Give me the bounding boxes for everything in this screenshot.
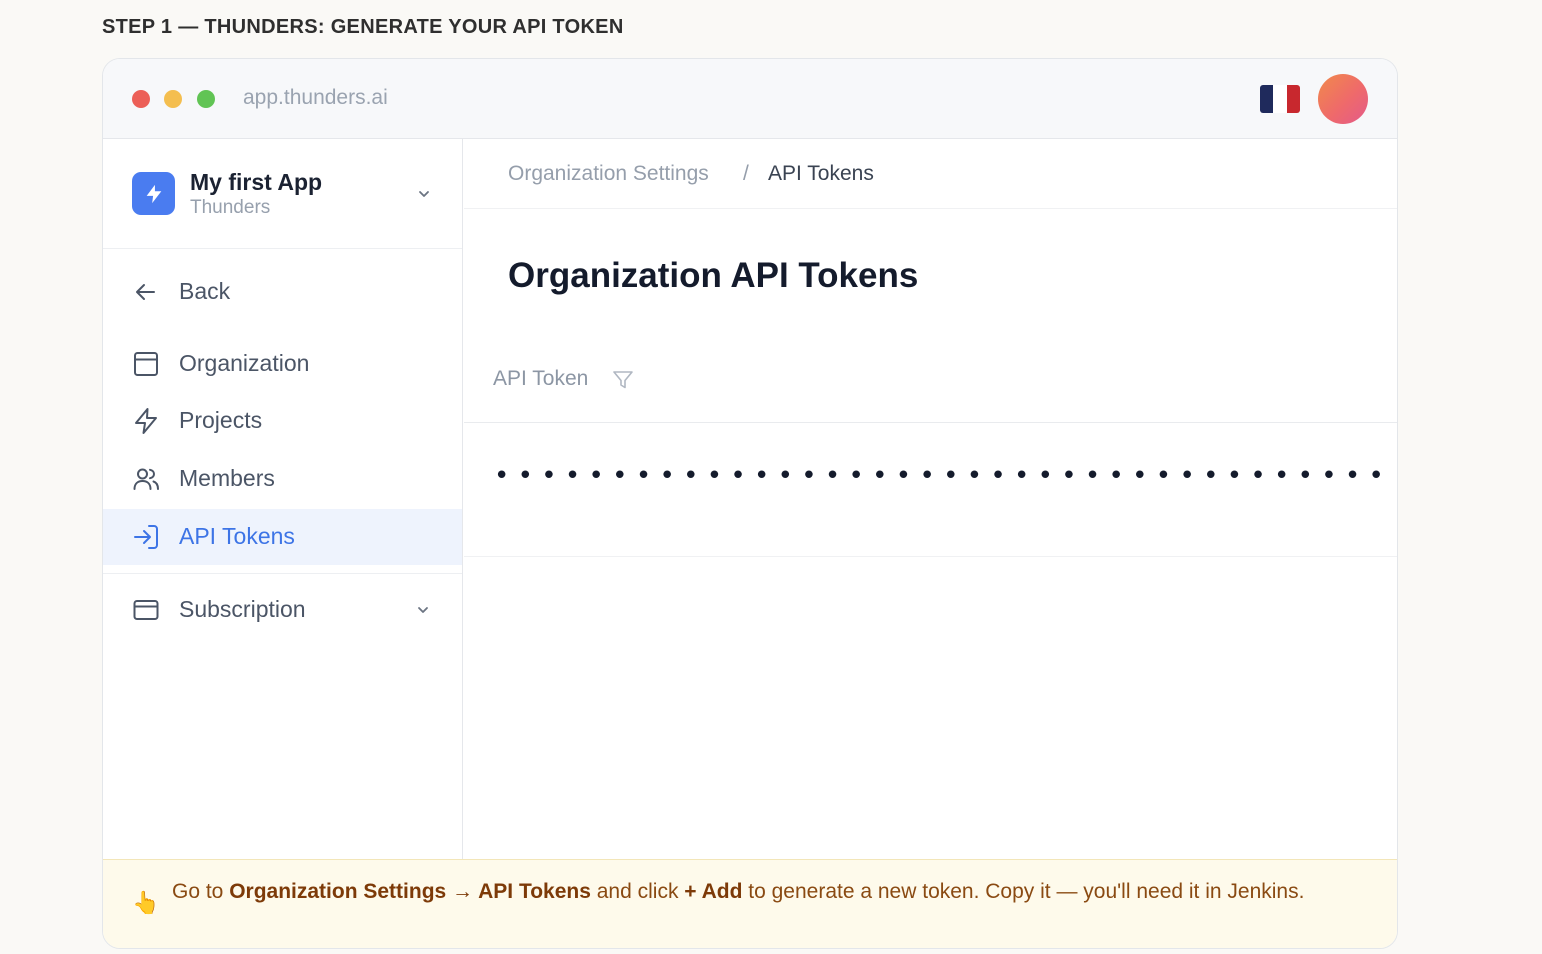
breadcrumb-organization-settings[interactable]: Organization Settings — [508, 162, 709, 186]
france-flag-icon[interactable] — [1260, 85, 1300, 113]
column-header-api-token[interactable]: API Token — [493, 367, 588, 391]
tip-action: + Add — [684, 880, 743, 903]
user-avatar[interactable] — [1318, 74, 1368, 124]
lightning-outline-icon — [135, 408, 157, 434]
masked-api-token[interactable]: ••••••••••••••••••••••••••••••••••••••••… — [494, 461, 1394, 491]
sidebar-item-label: API Tokens — [179, 523, 295, 549]
url-bar[interactable]: app.thunders.ai — [243, 86, 388, 110]
sidebar-item-organization[interactable]: Organization — [103, 336, 462, 392]
arrow-left-icon — [136, 284, 155, 300]
main-content: Organization Settings / API Tokens Organ… — [464, 139, 1397, 859]
chevron-down-icon[interactable] — [416, 603, 430, 617]
app-org-name: Thunders — [190, 197, 271, 218]
sidebar: My first App Thunders Back Organization … — [103, 139, 463, 859]
breadcrumb-current: API Tokens — [768, 162, 874, 185]
breadcrumb: Organization Settings / API Tokens — [464, 139, 1397, 209]
pointing-hand-icon: 👆 — [132, 890, 160, 915]
tip-path: Organization Settings → API Tokens — [229, 880, 591, 903]
chevron-down-icon[interactable] — [417, 187, 431, 201]
maximize-window-button[interactable] — [197, 90, 215, 108]
sidebar-item-label: Subscription — [179, 596, 306, 622]
tip-mid: and click — [590, 880, 685, 903]
step-title: STEP 1 — THUNDERS: GENERATE YOUR API TOK… — [102, 16, 624, 38]
sidebar-item-label: Members — [179, 465, 275, 491]
breadcrumb-separator: / — [743, 162, 749, 185]
minimize-window-button[interactable] — [164, 90, 182, 108]
instruction-text: Go to Organization Settings → API Tokens… — [172, 879, 1372, 905]
table-header: API Token — [464, 339, 1397, 423]
card-icon — [133, 600, 159, 620]
back-label: Back — [179, 278, 231, 304]
sidebar-item-projects[interactable]: Projects — [103, 393, 462, 449]
app-window: app.thunders.ai My first App Thunders Ba… — [102, 58, 1398, 949]
lightning-icon — [132, 172, 175, 215]
table-row[interactable]: ••••••••••••••••••••••••••••••••••••••••… — [464, 423, 1397, 557]
sidebar-item-api-tokens[interactable]: API Tokens — [103, 509, 462, 565]
app-switcher[interactable]: My first App Thunders — [103, 139, 462, 249]
tip-prefix: Go to — [172, 880, 230, 903]
app-name: My first App — [190, 169, 323, 195]
users-icon — [133, 468, 159, 490]
close-window-button[interactable] — [132, 90, 150, 108]
sidebar-item-label: Organization — [179, 350, 310, 376]
browser-titlebar: app.thunders.ai — [103, 59, 1397, 139]
page-title: Organization API Tokens — [508, 256, 919, 295]
window-icon — [134, 352, 158, 376]
sidebar-divider — [103, 573, 462, 574]
filter-icon[interactable] — [612, 369, 634, 391]
sidebar-item-subscription[interactable]: Subscription — [103, 582, 462, 638]
back-link[interactable]: Back — [103, 264, 462, 320]
tip-suffix: to generate a new token. Copy it — you'l… — [742, 880, 1305, 903]
sign-in-icon — [134, 525, 158, 549]
instruction-banner: 👆 Go to Organization Settings → API Toke… — [103, 859, 1397, 948]
sidebar-item-members[interactable]: Members — [103, 451, 462, 507]
sidebar-item-label: Projects — [179, 407, 263, 433]
